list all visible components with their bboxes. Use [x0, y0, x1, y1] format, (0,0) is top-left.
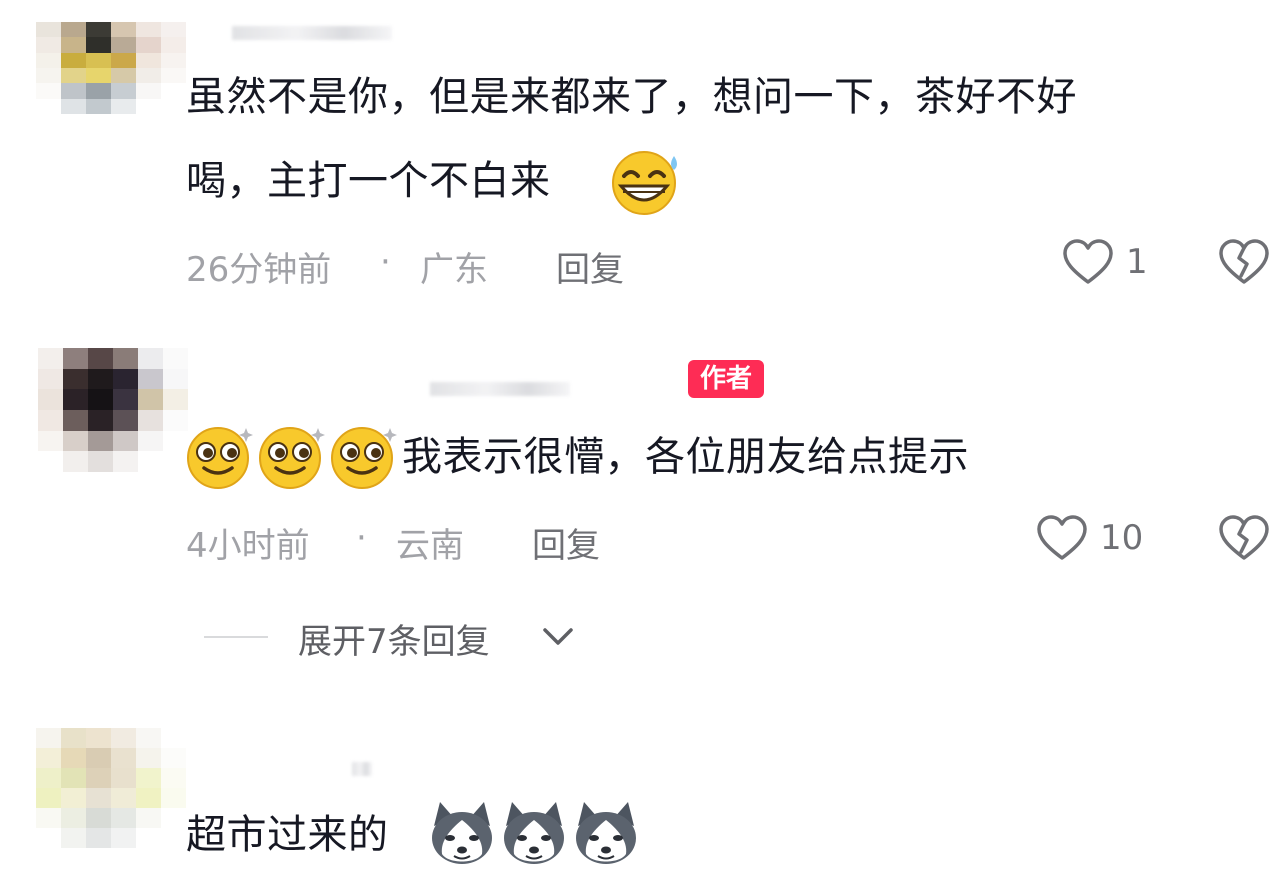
author-badge: 作者: [688, 360, 765, 398]
username-blurred[interactable]: [352, 762, 372, 776]
location: 广东: [420, 250, 488, 290]
reply-button[interactable]: 回复: [556, 242, 624, 291]
expand-divider: [204, 636, 268, 638]
avatar[interactable]: [38, 348, 188, 472]
like-heart-icon[interactable]: [1062, 238, 1114, 286]
timestamp: 26分钟前: [186, 250, 332, 290]
sparkle-eyes-emoji: [259, 427, 325, 489]
comment-text: 超市过来的: [186, 812, 389, 858]
sparkle-eyes-emoji: [331, 427, 397, 489]
comment-text: 我表示很懵，各位朋友给点提示: [402, 434, 969, 480]
husky-dog-emoji: [432, 802, 492, 864]
separator-dot: ·: [356, 518, 367, 558]
username-blurred[interactable]: [430, 382, 570, 396]
comment-text-line: 喝，主打一个不白来: [186, 158, 551, 204]
timestamp: 4小时前: [186, 526, 310, 566]
avatar[interactable]: [36, 728, 186, 848]
like-heart-icon[interactable]: [1036, 514, 1088, 562]
comment-text-line: 虽然不是你，但是来都来了，想问一下，茶好不好: [186, 74, 1077, 120]
sparkle-eyes-emoji: [187, 427, 253, 489]
husky-dog-emoji: [504, 802, 564, 864]
like-count: 1: [1126, 242, 1148, 282]
expand-replies-button[interactable]: 展开7条回复: [298, 614, 490, 663]
chevron-down-icon[interactable]: [540, 624, 576, 648]
username-blurred[interactable]: [232, 26, 392, 40]
husky-dog-emoji: [576, 802, 636, 864]
separator-dot: ·: [380, 242, 391, 282]
grinning-sweat-emoji: [612, 151, 677, 215]
dislike-broken-heart-icon[interactable]: [1218, 514, 1270, 562]
like-count: 10: [1100, 518, 1144, 558]
dislike-broken-heart-icon[interactable]: [1218, 238, 1270, 286]
location: 云南: [396, 526, 464, 566]
avatar[interactable]: [36, 22, 186, 114]
reply-button[interactable]: 回复: [532, 518, 600, 567]
